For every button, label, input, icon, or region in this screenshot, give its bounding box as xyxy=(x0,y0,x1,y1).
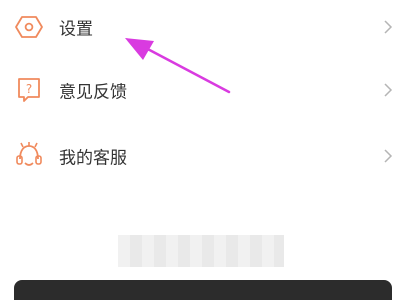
menu-item-settings[interactable]: 设置 xyxy=(0,0,412,57)
chevron-right-icon xyxy=(382,19,394,35)
customer-service-icon xyxy=(14,141,44,171)
feedback-icon: ? xyxy=(14,75,44,105)
bottom-action-bar[interactable] xyxy=(14,280,392,300)
chevron-right-icon xyxy=(382,82,394,98)
menu-item-label: 设置 xyxy=(59,19,93,40)
chevron-right-icon xyxy=(382,148,394,164)
menu-item-label: 意见反馈 xyxy=(59,82,127,103)
menu-item-label: 我的客服 xyxy=(59,148,127,169)
menu-item-customer-service[interactable]: 我的客服 xyxy=(0,126,412,186)
menu-item-feedback[interactable]: ? 意见反馈 xyxy=(0,60,412,120)
svg-text:?: ? xyxy=(26,82,32,96)
redacted-area xyxy=(118,235,284,267)
settings-icon xyxy=(14,12,44,42)
